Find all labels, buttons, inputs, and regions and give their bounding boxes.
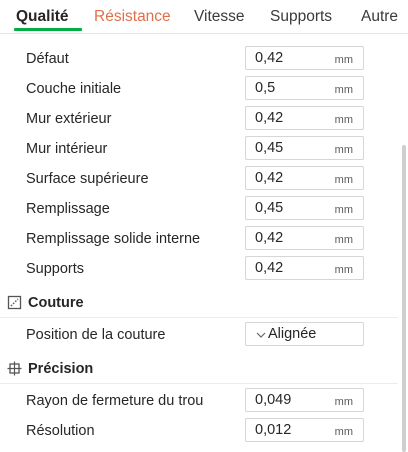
setting-label: Rayon de fermeture du trou xyxy=(26,393,204,409)
tab-bar: Qualité Résistance Vitesse Supports Autr… xyxy=(0,0,408,34)
field-value[interactable]: 0,42 xyxy=(255,110,283,127)
scrollbar-thumb[interactable] xyxy=(402,145,406,452)
setting-row-surface-superieure: Surface supérieure 0,42 mm xyxy=(0,164,398,194)
setting-label: Remplissage solide interne xyxy=(26,231,201,247)
setting-label: Mur intérieur xyxy=(26,141,108,157)
field-value[interactable]: 0,45 xyxy=(255,140,283,157)
setting-label: Remplissage xyxy=(26,201,110,217)
chevron-down-icon[interactable] xyxy=(255,327,267,341)
active-tab-indicator xyxy=(14,28,82,31)
field-unit: mm xyxy=(334,204,353,216)
line-width-initial-layer-field[interactable]: 0,5 mm xyxy=(245,76,364,100)
section-title: Précision xyxy=(28,361,94,377)
tab-vitesse[interactable]: Vitesse xyxy=(194,7,245,27)
section-precision-header: Précision xyxy=(0,356,398,382)
section-couture-header: Couture xyxy=(0,290,398,316)
setting-row-defaut: Défaut 0,42 mm xyxy=(0,44,398,74)
seam-icon xyxy=(7,295,22,310)
field-value[interactable]: 0,42 xyxy=(255,50,283,67)
line-width-support-field[interactable]: 0,42 mm xyxy=(245,256,364,280)
setting-row-mur-interieur: Mur intérieur 0,45 mm xyxy=(0,134,398,164)
field-unit: mm xyxy=(334,234,353,246)
tab-resistance[interactable]: Résistance xyxy=(94,7,171,27)
field-unit: mm xyxy=(334,426,353,438)
field-unit: mm xyxy=(334,54,353,66)
setting-row-remplissage: Remplissage 0,45 mm xyxy=(0,194,398,224)
field-value[interactable]: 0,5 xyxy=(255,80,275,97)
setting-label: Surface supérieure xyxy=(26,171,149,187)
line-width-internal-solid-infill-field[interactable]: 0,42 mm xyxy=(245,226,364,250)
line-width-inner-wall-field[interactable]: 0,45 mm xyxy=(245,136,364,160)
line-width-infill-field[interactable]: 0,45 mm xyxy=(245,196,364,220)
field-unit: mm xyxy=(334,264,353,276)
setting-label: Couche initiale xyxy=(26,81,122,97)
line-width-top-surface-field[interactable]: 0,42 mm xyxy=(245,166,364,190)
setting-label: Supports xyxy=(26,261,85,277)
setting-row-rayon-fermeture: Rayon de fermeture du trou 0,049 mm xyxy=(0,386,398,416)
section-title: Couture xyxy=(28,295,84,311)
setting-label: Position de la couture xyxy=(26,327,166,343)
precision-icon xyxy=(7,361,22,376)
setting-row-remplissage-solide-interne: Remplissage solide interne 0,42 mm xyxy=(0,224,398,254)
tab-supports[interactable]: Supports xyxy=(270,7,332,27)
setting-row-couche-initiale: Couche initiale 0,5 mm xyxy=(0,74,398,104)
resolution-field[interactable]: 0,012 mm xyxy=(245,418,364,442)
setting-row-position-couture: Position de la couture Alignée xyxy=(0,320,398,350)
field-value[interactable]: 0,049 xyxy=(255,392,291,409)
seam-position-dropdown[interactable]: Alignée xyxy=(245,322,364,346)
field-unit: mm xyxy=(334,144,353,156)
field-unit: mm xyxy=(334,84,353,96)
setting-label: Défaut xyxy=(26,51,69,67)
field-unit: mm xyxy=(334,114,353,126)
quality-settings-panel: Défaut 0,42 mm Couche initiale 0,5 mm Mu… xyxy=(0,34,398,452)
field-value[interactable]: 0,45 xyxy=(255,200,283,217)
line-width-default-field[interactable]: 0,42 mm xyxy=(245,46,364,70)
field-value[interactable]: 0,42 xyxy=(255,230,283,247)
field-unit: mm xyxy=(334,174,353,186)
field-value[interactable]: 0,012 xyxy=(255,422,291,439)
setting-label: Mur extérieur xyxy=(26,111,112,127)
section-divider xyxy=(0,383,398,384)
setting-row-resolution: Résolution 0,012 mm xyxy=(0,416,398,446)
field-unit: mm xyxy=(334,396,353,408)
setting-row-mur-exterieur: Mur extérieur 0,42 mm xyxy=(0,104,398,134)
slice-closing-radius-field[interactable]: 0,049 mm xyxy=(245,388,364,412)
setting-label: Résolution xyxy=(26,423,95,439)
setting-row-supports: Supports 0,42 mm xyxy=(0,254,398,284)
section-divider xyxy=(0,317,398,318)
dropdown-value[interactable]: Alignée xyxy=(268,326,316,343)
field-value[interactable]: 0,42 xyxy=(255,260,283,277)
line-width-outer-wall-field[interactable]: 0,42 mm xyxy=(245,106,364,130)
field-value[interactable]: 0,42 xyxy=(255,170,283,187)
tab-qualite[interactable]: Qualité xyxy=(16,7,69,27)
tab-autre[interactable]: Autre xyxy=(361,7,398,27)
